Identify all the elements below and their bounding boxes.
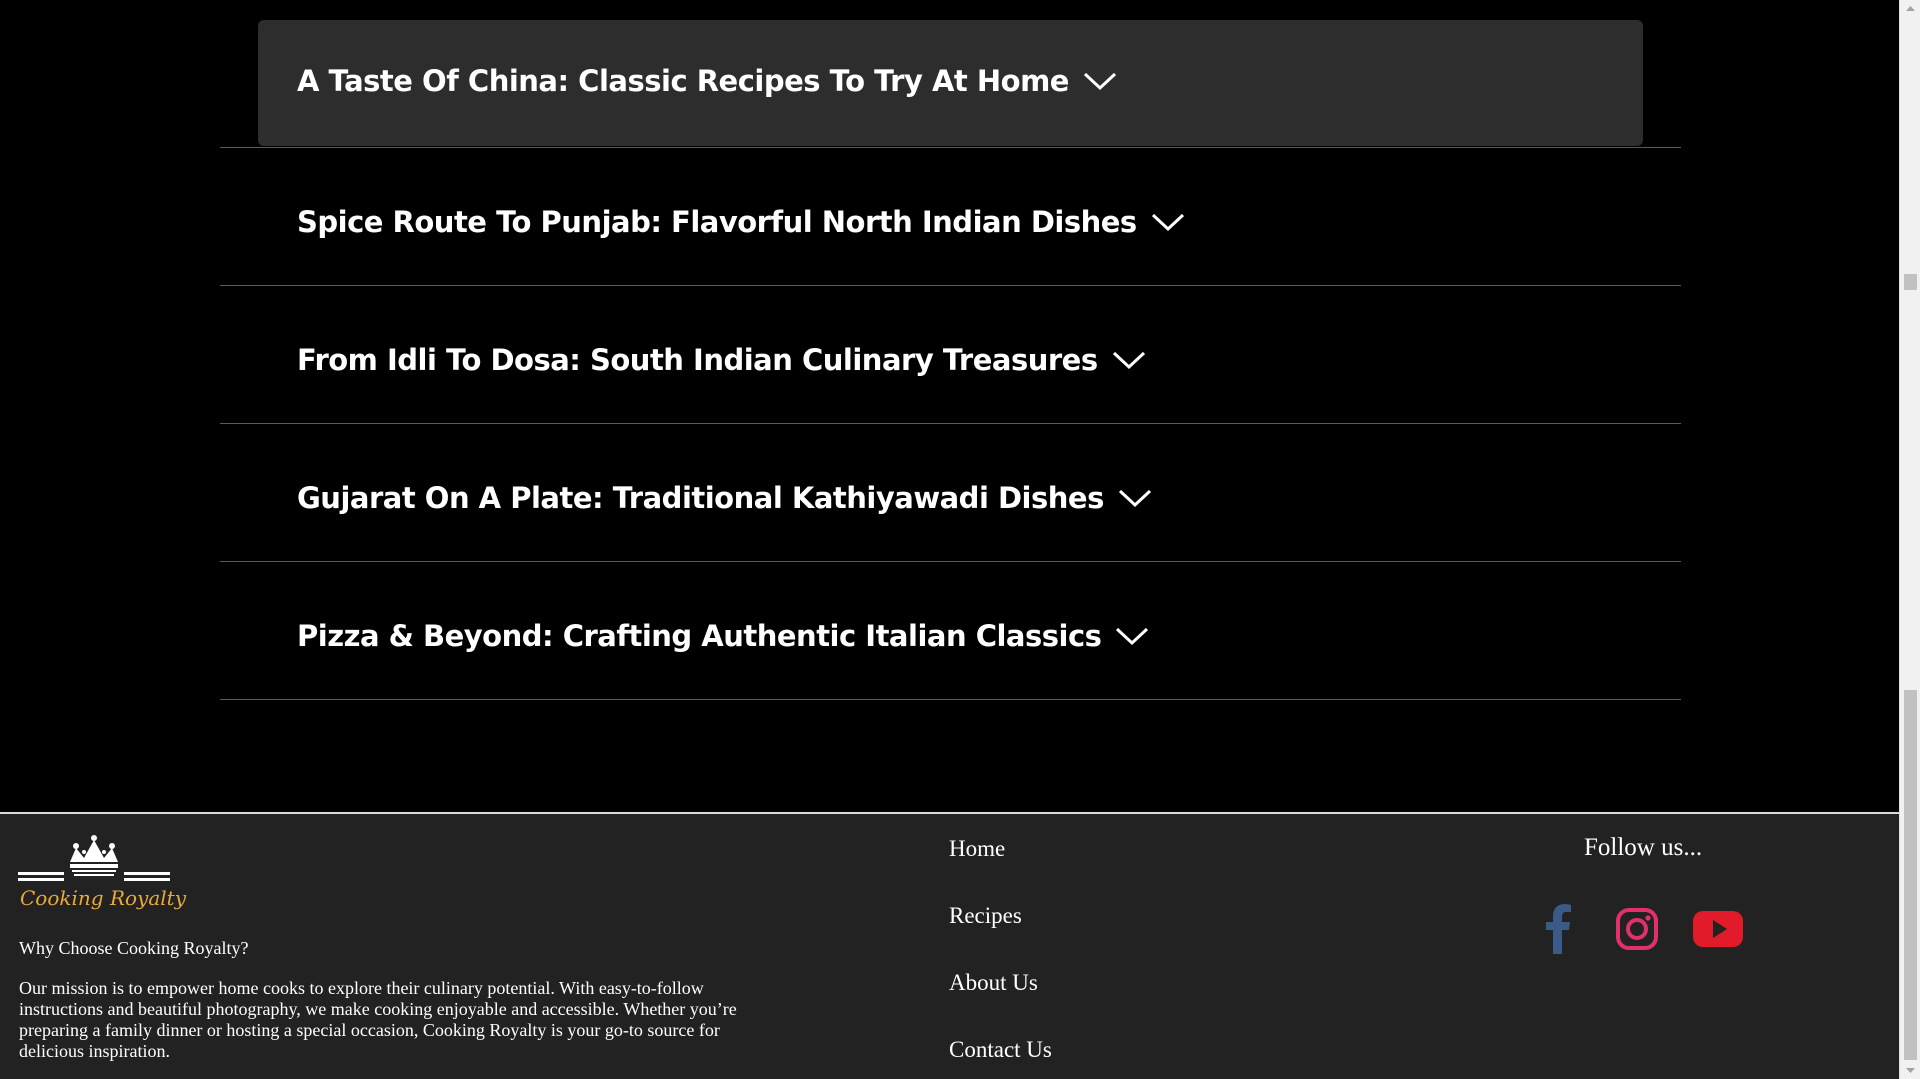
scroll-down-arrow-icon[interactable] (1900, 1062, 1920, 1079)
chevron-down-icon[interactable] (1115, 626, 1149, 646)
accordion-title: Spice Route To Punjab: Flavorful North I… (297, 205, 1137, 239)
accordion-item-gujarat[interactable]: Gujarat On A Plate: Traditional Kathiyaw… (220, 424, 1681, 562)
accordion-title: Pizza & Beyond: Crafting Authentic Itali… (297, 619, 1102, 653)
accordion-header[interactable]: Gujarat On A Plate: Traditional Kathiyaw… (297, 481, 1152, 515)
chevron-down-icon[interactable] (1118, 488, 1152, 508)
youtube-icon[interactable] (1693, 904, 1743, 954)
scrollbar[interactable] (1899, 0, 1920, 1079)
accordion-item-punjab[interactable]: Spice Route To Punjab: Flavorful North I… (220, 148, 1681, 286)
accordion-title: Gujarat On A Plate: Traditional Kathiyaw… (297, 481, 1104, 515)
recipe-accordion: A Taste Of China: Classic Recipes To Try… (220, 0, 1681, 700)
scroll-thumb[interactable] (1904, 690, 1917, 1060)
page: A Taste Of China: Classic Recipes To Try… (0, 0, 1920, 1079)
site-footer: Cooking Royalty Why Choose Cooking Royal… (0, 812, 1899, 1079)
accordion-header[interactable]: Spice Route To Punjab: Flavorful North I… (297, 205, 1185, 239)
instagram-icon[interactable] (1615, 904, 1659, 954)
logo-text: Cooking Royalty (20, 886, 186, 910)
accordion-item-italian[interactable]: Pizza & Beyond: Crafting Authentic Itali… (220, 562, 1681, 700)
crown-icon (18, 835, 170, 881)
footer-link-about[interactable]: About Us (949, 968, 1052, 1035)
chevron-down-icon[interactable] (1151, 212, 1185, 232)
main-content: A Taste Of China: Classic Recipes To Try… (0, 0, 1899, 812)
chevron-down-icon[interactable] (1112, 350, 1146, 370)
mission-text: Our mission is to empower home cooks to … (19, 978, 737, 1061)
accordion-header[interactable]: Pizza & Beyond: Crafting Authentic Itali… (297, 619, 1149, 653)
accordion-title: A Taste Of China: Classic Recipes To Try… (297, 64, 1069, 98)
accordion-item-china[interactable]: A Taste Of China: Classic Recipes To Try… (220, 0, 1681, 148)
footer-nav: Home Recipes About Us Contact Us (949, 834, 1052, 1079)
scroll-marker (1904, 274, 1917, 290)
facebook-icon[interactable] (1545, 904, 1575, 954)
accordion-title: From Idli To Dosa: South Indian Culinary… (297, 343, 1098, 377)
accordion-header[interactable]: A Taste Of China: Classic Recipes To Try… (297, 64, 1117, 98)
why-choose-heading: Why Choose Cooking Royalty? (19, 938, 249, 958)
accordion-item-south-indian[interactable]: From Idli To Dosa: South Indian Culinary… (220, 286, 1681, 424)
footer-link-recipes[interactable]: Recipes (949, 901, 1052, 968)
accordion-header[interactable]: From Idli To Dosa: South Indian Culinary… (297, 343, 1146, 377)
scroll-up-arrow-icon[interactable] (1900, 0, 1920, 17)
follow-us-label: Follow us... (1584, 834, 1703, 861)
footer-link-contact[interactable]: Contact Us (949, 1035, 1052, 1079)
footer-link-home[interactable]: Home (949, 834, 1052, 901)
chevron-down-icon[interactable] (1083, 71, 1117, 91)
